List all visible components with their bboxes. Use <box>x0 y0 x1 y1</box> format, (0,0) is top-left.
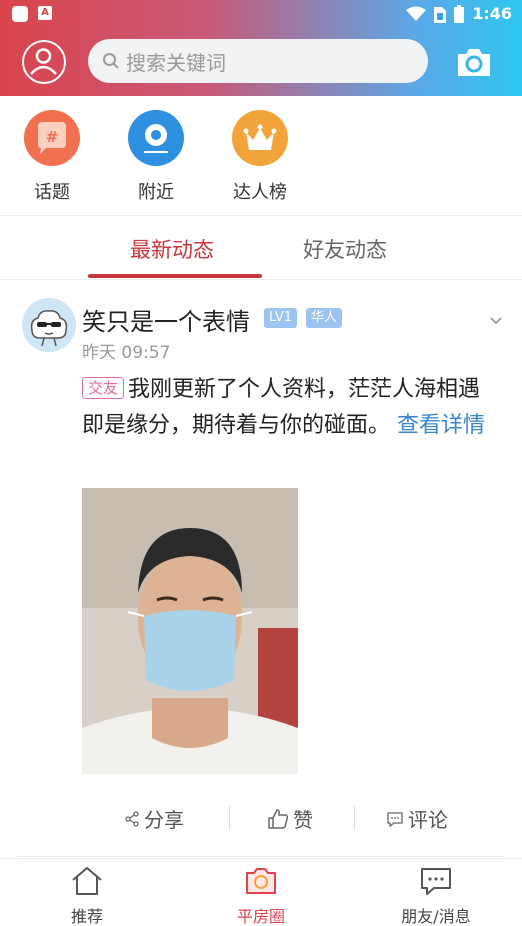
camera-button[interactable] <box>454 42 494 82</box>
post-tag[interactable]: 交友 <box>82 377 125 399</box>
app-notification-icon: A <box>38 6 52 20</box>
quick-link-label: 达人榜 <box>233 182 287 203</box>
feed-tabs: 最新动态 好友动态 <box>0 216 522 280</box>
nav-recommend[interactable]: 推荐 <box>54 865 120 926</box>
wifi-icon <box>406 6 427 21</box>
hashtag-icon: # <box>24 110 80 166</box>
action-divider <box>354 806 355 830</box>
bottom-nav: 推荐 平房圈 朋友/消息 <box>0 858 522 926</box>
svg-text:#: # <box>46 128 59 146</box>
comment-button[interactable]: 评论 <box>386 804 448 833</box>
camera-icon <box>246 868 276 894</box>
comment-label: 评论 <box>408 808 448 832</box>
share-icon <box>125 810 139 827</box>
nav-community[interactable]: 平房圈 <box>226 865 296 926</box>
quick-link-nearby[interactable]: 附近 <box>116 110 196 204</box>
tab-friends[interactable]: 好友动态 <box>303 234 387 264</box>
post-divider <box>18 856 504 857</box>
active-tab-indicator <box>88 274 262 278</box>
like-label: 赞 <box>293 808 313 832</box>
thumbs-up-icon <box>268 808 289 829</box>
chat-icon <box>421 868 451 895</box>
avatar[interactable] <box>22 298 76 352</box>
sim-icon <box>434 6 447 23</box>
search-input[interactable]: 搜索关键词 <box>88 39 428 83</box>
quick-link-label: 话题 <box>34 182 70 203</box>
post-content: 交友 我刚更新了个人资料，茫茫人海相遇即是缘分，期待着与你的碰面。 查看详情 <box>82 372 502 444</box>
post-time: 昨天 09:57 <box>82 343 171 363</box>
nav-label: 朋友/消息 <box>401 907 471 926</box>
quick-link-label: 附近 <box>138 182 174 203</box>
clock: 1:46 <box>472 4 512 23</box>
tab-latest[interactable]: 最新动态 <box>130 234 214 264</box>
comment-icon <box>387 811 403 827</box>
level-badge: LV1 <box>264 308 297 328</box>
action-divider <box>229 806 230 830</box>
crown-icon <box>232 110 288 166</box>
search-placeholder: 搜索关键词 <box>126 50 226 75</box>
post-actions: 分享 赞 评论 <box>0 800 522 836</box>
nav-label: 推荐 <box>70 907 103 926</box>
battery-icon <box>454 4 465 23</box>
top-header: A 1:46 搜索关键词 <box>0 0 522 96</box>
cloud-avatar-icon <box>22 298 76 352</box>
nav-label: 平房圈 <box>236 907 285 926</box>
search-icon <box>103 53 119 69</box>
group-badge: 华人 <box>306 308 343 328</box>
feed-post: 笑只是一个表情 LV1 华人 昨天 09:57 交友 我刚更新了个人资料，茫茫人海… <box>0 280 522 858</box>
home-icon <box>72 867 102 895</box>
notification-icon <box>12 6 28 22</box>
share-button[interactable]: 分享 <box>124 804 184 833</box>
photo-image <box>82 488 298 774</box>
share-label: 分享 <box>144 808 184 832</box>
quick-link-topics[interactable]: # 话题 <box>12 110 92 204</box>
quick-link-leaderboard[interactable]: 达人榜 <box>220 110 300 204</box>
status-bar: A 1:46 <box>0 0 522 28</box>
nav-friends-messages[interactable]: 朋友/消息 <box>394 865 478 926</box>
post-photo[interactable] <box>82 488 298 774</box>
quick-links: # 话题 附近 达人榜 <box>0 96 522 216</box>
location-icon <box>128 110 184 166</box>
post-username[interactable]: 笑只是一个表情 <box>82 302 250 337</box>
like-button[interactable]: 赞 <box>267 804 313 833</box>
profile-avatar-button[interactable] <box>22 40 66 84</box>
user-icon <box>30 48 57 75</box>
chevron-down-icon[interactable] <box>488 312 504 328</box>
view-details-link[interactable]: 查看详情 <box>397 413 485 438</box>
